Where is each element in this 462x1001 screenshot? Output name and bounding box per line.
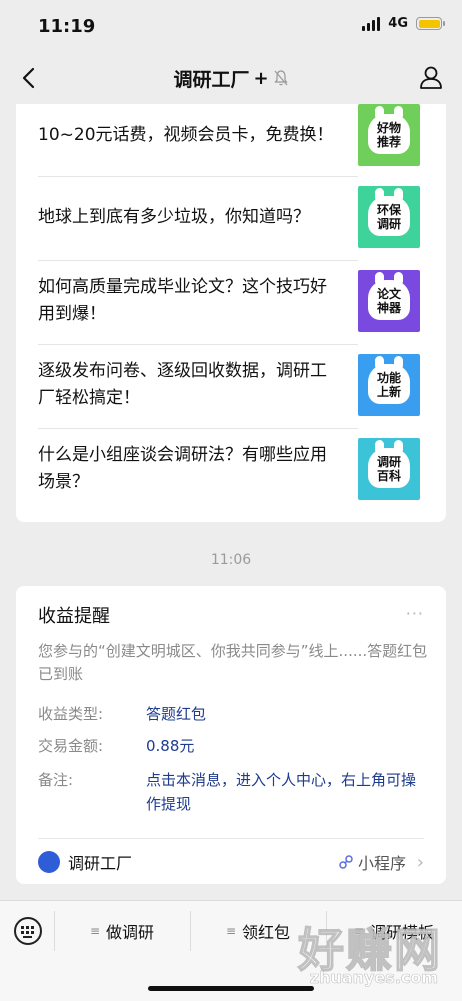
menu-label: 做调研 xyxy=(106,923,155,942)
divider xyxy=(38,838,424,839)
article-item[interactable]: 10~20元话费，视频会员卡，免费换！ 好物推荐 xyxy=(38,104,420,166)
article-thumbnail: 好物推荐 xyxy=(358,104,420,166)
keyboard-toggle-icon[interactable] xyxy=(14,917,42,945)
menu-label: 领红包 xyxy=(242,923,291,942)
article-title: 地球上到底有多少垃圾，你知道吗？ xyxy=(38,206,310,227)
page-title: 调研工厂 xyxy=(173,68,250,91)
article-title: 逐级发布问卷、逐级回收数据，调研工厂轻松搞定！ xyxy=(38,361,327,408)
source-name: 调研工厂 xyxy=(68,854,133,873)
source-logo-icon xyxy=(38,851,60,873)
thumb-label: 调研百科 xyxy=(376,455,401,483)
notice-description: 您参与的“创建文明城区、你我共同参与”线上......答题红包已到账 xyxy=(38,642,428,683)
article-item[interactable]: 如何高质量完成毕业论文？这个技巧好用到爆！ 论文神器 xyxy=(38,270,420,332)
mini-program-label: 小程序 xyxy=(357,854,406,873)
thumb-label: 好物推荐 xyxy=(376,121,401,149)
row-value: 点击本消息，进入个人中心，右上角可操作提现 xyxy=(146,771,417,813)
row-key: 备注: xyxy=(38,771,74,789)
thumb-label: 论文神器 xyxy=(376,287,401,315)
article-item[interactable]: 什么是小组座谈会调研法？有哪些应用场景？ 调研百科 xyxy=(38,438,420,500)
divider xyxy=(38,344,358,345)
thumb-label: 功能上新 xyxy=(376,371,401,399)
article-thumbnail: 论文神器 xyxy=(358,270,420,332)
home-indicator xyxy=(148,986,314,991)
article-title: 10~20元话费，视频会员卡，免费换！ xyxy=(38,124,334,145)
menu-icon: ≡ xyxy=(89,924,101,938)
menu-icon: ≡ xyxy=(225,924,237,938)
article-title: 什么是小组座谈会调研法？有哪些应用场景？ xyxy=(38,445,327,492)
divider xyxy=(38,176,358,177)
link-icon xyxy=(339,855,353,869)
status-right: 4G xyxy=(362,16,445,31)
more-options-icon[interactable]: ··· xyxy=(406,604,424,623)
row-value: 答题红包 xyxy=(146,705,207,723)
notice-footer[interactable]: 调研工厂 小程序 › xyxy=(38,848,424,876)
article-title: 如何高质量完成毕业论文？这个技巧好用到爆！ xyxy=(38,277,327,324)
divider xyxy=(38,260,358,261)
chevron-right-icon: › xyxy=(416,851,424,873)
profile-icon[interactable] xyxy=(418,64,444,90)
article-list-card: 10~20元话费，视频会员卡，免费换！ 好物推荐 地球上到底有多少垃圾，你知道吗… xyxy=(16,104,446,522)
watermark-url: zhuanyes.com xyxy=(309,968,438,988)
article-item[interactable]: 逐级发布问卷、逐级回收数据，调研工厂轻松搞定！ 功能上新 xyxy=(38,354,420,416)
mini-program-link[interactable]: 小程序 xyxy=(338,850,406,874)
status-bar: 11:19 4G xyxy=(0,0,462,52)
menu-item-survey[interactable]: ≡ 做调研 xyxy=(54,911,190,951)
divider xyxy=(38,428,358,429)
battery-icon xyxy=(416,17,445,30)
article-item[interactable]: 地球上到底有多少垃圾，你知道吗？ 环保调研 xyxy=(38,186,420,248)
mute-bell-icon xyxy=(273,70,288,86)
thumb-label: 环保调研 xyxy=(376,203,401,231)
article-thumbnail: 功能上新 xyxy=(358,354,420,416)
article-thumbnail: 环保调研 xyxy=(358,186,420,248)
signal-icon xyxy=(362,16,381,31)
article-thumbnail: 调研百科 xyxy=(358,438,420,500)
plus-mark: + xyxy=(253,67,269,89)
back-arrow-icon[interactable] xyxy=(16,64,44,92)
notice-heading: 收益提醒 xyxy=(38,606,110,627)
income-notice-card[interactable]: 收益提醒 ··· 您参与的“创建文明城区、你我共同参与”线上......答题红包… xyxy=(16,586,446,884)
message-timestamp: 11:06 xyxy=(210,552,252,568)
row-value: 0.88元 xyxy=(146,737,195,755)
nav-bar: 调研工厂 + xyxy=(0,52,462,104)
row-key: 交易金额: xyxy=(38,737,104,755)
row-key: 收益类型: xyxy=(38,705,104,723)
network-label: 4G xyxy=(388,16,408,31)
status-time: 11:19 xyxy=(38,16,96,37)
